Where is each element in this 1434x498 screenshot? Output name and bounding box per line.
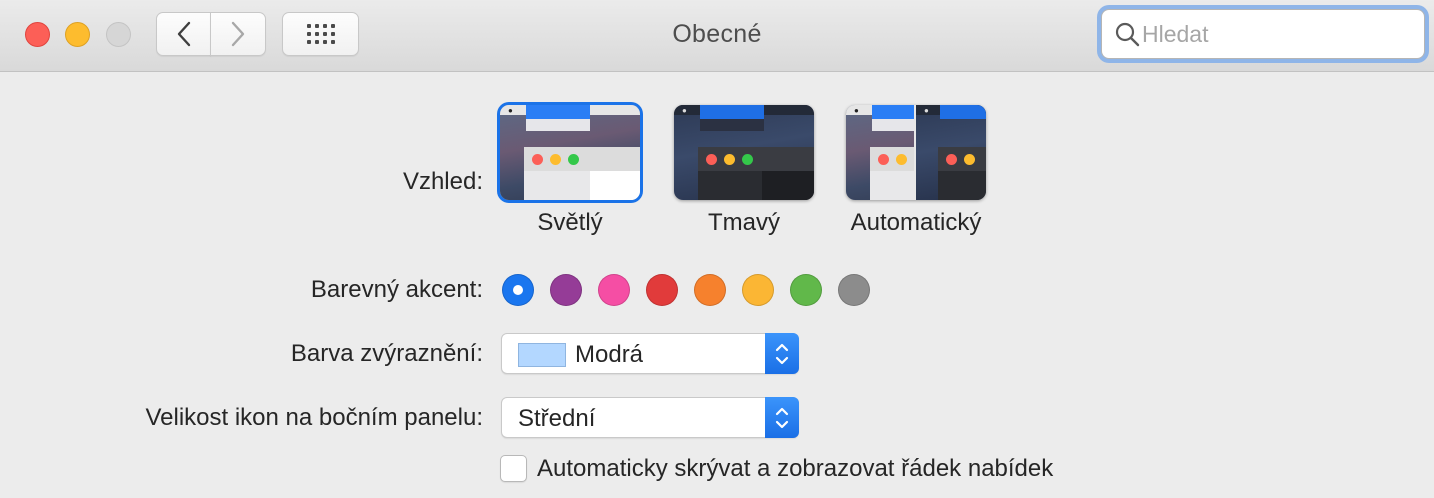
appearance-label: Vzhled: [402, 168, 483, 195]
sidebar-icon-size-popup[interactable]: Střední [501, 397, 799, 438]
appearance-auto-label: Automatický [850, 209, 982, 236]
search-icon [1115, 22, 1140, 47]
title-bar: Obecné [0, 0, 1434, 72]
appearance-auto-option[interactable]: ● ● [846, 105, 986, 200]
appearance-light-label: Světlý [537, 209, 603, 236]
accent-blue-swatch[interactable] [502, 274, 534, 306]
search-field[interactable] [1101, 9, 1425, 59]
highlight-color-label: Barva zvýraznění: [290, 340, 483, 367]
updown-arrows-icon [765, 397, 799, 438]
search-input[interactable] [1142, 20, 1412, 48]
accent-orange-swatch[interactable] [694, 274, 726, 306]
highlight-color-popup[interactable]: Modrá [501, 333, 799, 374]
accent-green-swatch[interactable] [790, 274, 822, 306]
appearance-light-option[interactable]: ● [500, 105, 640, 200]
autohide-menubar-label: Automaticky skrývat a zobrazovat řádek n… [537, 455, 1054, 482]
appearance-dark-option[interactable]: ● [674, 105, 814, 200]
accent-yellow-swatch[interactable] [742, 274, 774, 306]
appearance-dark-label: Tmavý [708, 209, 780, 236]
highlight-color-value: Modrá [575, 341, 644, 368]
accent-pink-swatch[interactable] [598, 274, 630, 306]
accent-purple-swatch[interactable] [550, 274, 582, 306]
sidebar-icon-size-label: Velikost ikon na bočním panelu: [145, 404, 483, 431]
autohide-menubar-checkbox[interactable] [500, 455, 527, 482]
sidebar-icon-size-value: Střední [518, 405, 596, 432]
accent-graphite-swatch[interactable] [838, 274, 870, 306]
highlight-color-swatch [518, 343, 566, 367]
updown-arrows-icon [765, 333, 799, 374]
accent-color-label: Barevný akcent: [310, 276, 483, 303]
accent-red-swatch[interactable] [646, 274, 678, 306]
